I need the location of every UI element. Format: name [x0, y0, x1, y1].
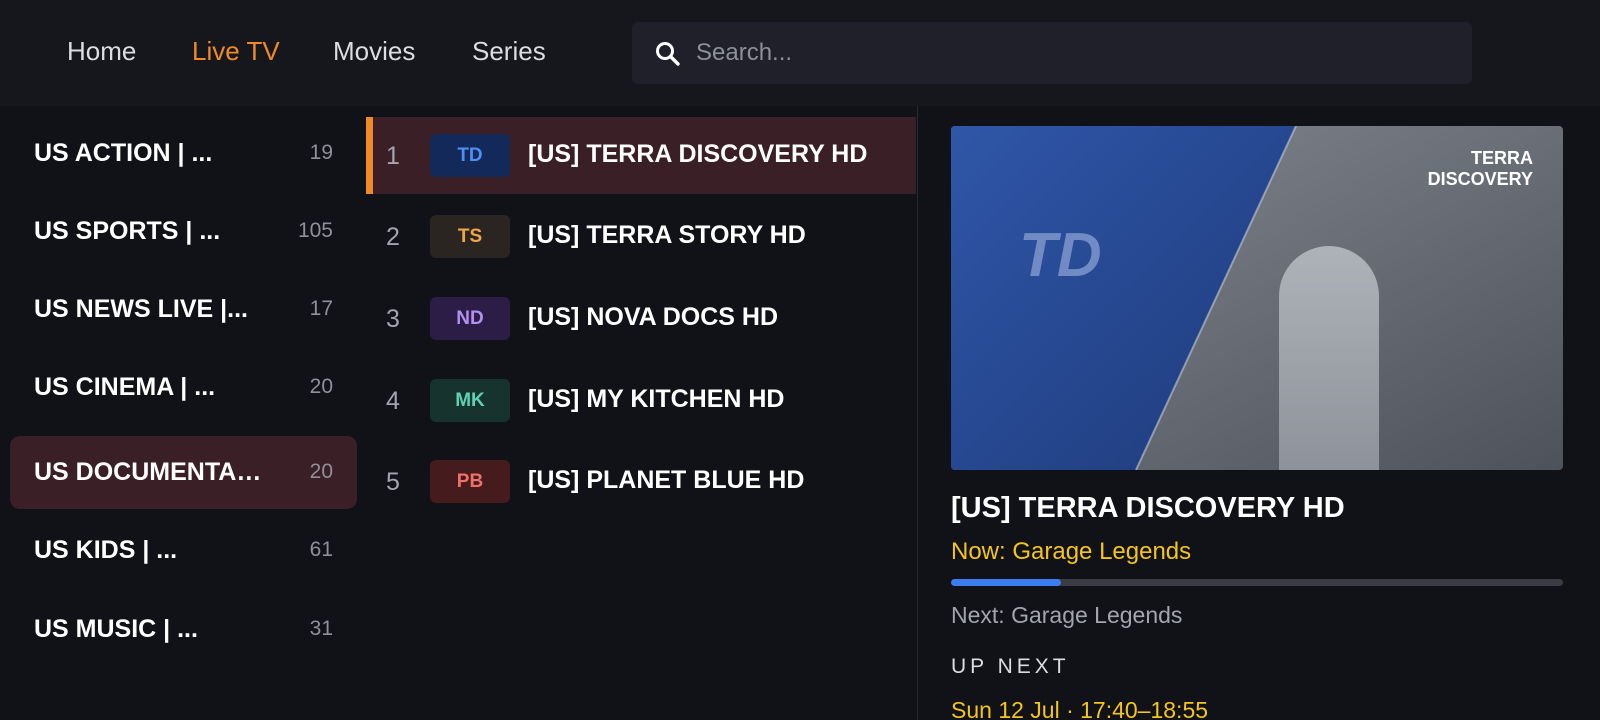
category-item[interactable]: US NEWS LIVE |... 17 — [10, 273, 357, 346]
category-name: US DOCUMENTAR... — [34, 458, 274, 486]
category-name: US SPORTS | ... — [34, 217, 221, 245]
category-item[interactable]: US SPORTS | ... 105 — [10, 195, 357, 268]
channel-name: [US] TERRA STORY HD — [528, 221, 806, 249]
top-bar: Home Live TV Movies Series — [0, 0, 1600, 106]
category-name: US NEWS LIVE |... — [34, 295, 248, 323]
category-count: 31 — [309, 617, 333, 640]
channel-row[interactable]: 5 PB [US] PLANET BLUE HD — [366, 443, 916, 520]
channel-logo: TS — [430, 215, 510, 258]
program-progress-fill — [951, 579, 1062, 586]
next-program: Next: Garage Legends — [951, 602, 1183, 628]
nav-tab-movies[interactable]: Movies — [333, 36, 415, 67]
channel-title: [US] TERRA DISCOVERY HD — [951, 492, 1345, 524]
category-item[interactable]: US CINEMA | ... 20 — [10, 351, 357, 424]
channel-name: [US] NOVA DOCS HD — [528, 303, 778, 331]
channel-number: 1 — [386, 142, 400, 170]
category-name: US ACTION | ... — [34, 139, 213, 167]
category-count: 105 — [297, 219, 333, 242]
panel-divider — [917, 106, 918, 720]
channel-logo: MK — [430, 379, 510, 422]
nav-tab-series[interactable]: Series — [472, 36, 546, 67]
channel-logo: TD — [430, 134, 510, 177]
channel-number: 3 — [386, 305, 400, 333]
channel-logo: ND — [430, 297, 510, 340]
channel-logo: PB — [430, 460, 510, 503]
category-count: 19 — [309, 141, 333, 164]
channel-row[interactable]: 2 TS [US] TERRA STORY HD — [366, 198, 916, 275]
preview-watermark-logo: TD — [1019, 221, 1102, 290]
category-name: US CINEMA | ... — [34, 373, 216, 401]
category-name: US MUSIC | ... — [34, 615, 198, 643]
preview-brand-logo: TERRA DISCOVERY — [1427, 148, 1533, 189]
channel-preview[interactable]: TD TERRA DISCOVERY — [951, 126, 1563, 470]
category-name: US KIDS | ... — [34, 536, 178, 564]
search-icon — [656, 42, 680, 66]
channel-row[interactable]: 4 MK [US] MY KITCHEN HD — [366, 362, 916, 439]
channel-name: [US] PLANET BLUE HD — [528, 466, 805, 494]
category-count: 17 — [309, 297, 333, 320]
channel-number: 2 — [386, 223, 400, 251]
category-count: 20 — [309, 375, 333, 398]
up-next-heading: UP NEXT — [951, 655, 1070, 678]
up-next-time: Sun 12 Jul · 17:40–18:55 — [951, 697, 1209, 720]
now-playing: Now: Garage Legends — [951, 538, 1192, 565]
channel-name: [US] MY KITCHEN HD — [528, 385, 785, 413]
channel-name: [US] TERRA DISCOVERY HD — [528, 140, 868, 168]
channel-number: 4 — [386, 387, 400, 415]
channel-row[interactable]: 3 ND [US] NOVA DOCS HD — [366, 280, 916, 357]
channel-row-selected[interactable]: 1 TD [US] TERRA DISCOVERY HD — [366, 117, 916, 194]
category-item[interactable]: US MUSIC | ... 31 — [10, 593, 357, 666]
category-count: 61 — [309, 538, 333, 561]
channel-number: 5 — [386, 468, 400, 496]
search-input[interactable] — [696, 22, 1456, 84]
category-item-selected[interactable]: US DOCUMENTAR... 20 — [10, 436, 357, 509]
search-box[interactable] — [632, 22, 1472, 84]
category-item[interactable]: US KIDS | ... 61 — [10, 514, 357, 587]
program-progress-bar — [951, 579, 1563, 586]
nav-tab-live-tv[interactable]: Live TV — [192, 36, 280, 67]
category-count: 20 — [309, 460, 333, 483]
category-item[interactable]: US ACTION | ... 19 — [10, 117, 357, 190]
nav-tab-home[interactable]: Home — [67, 36, 136, 67]
